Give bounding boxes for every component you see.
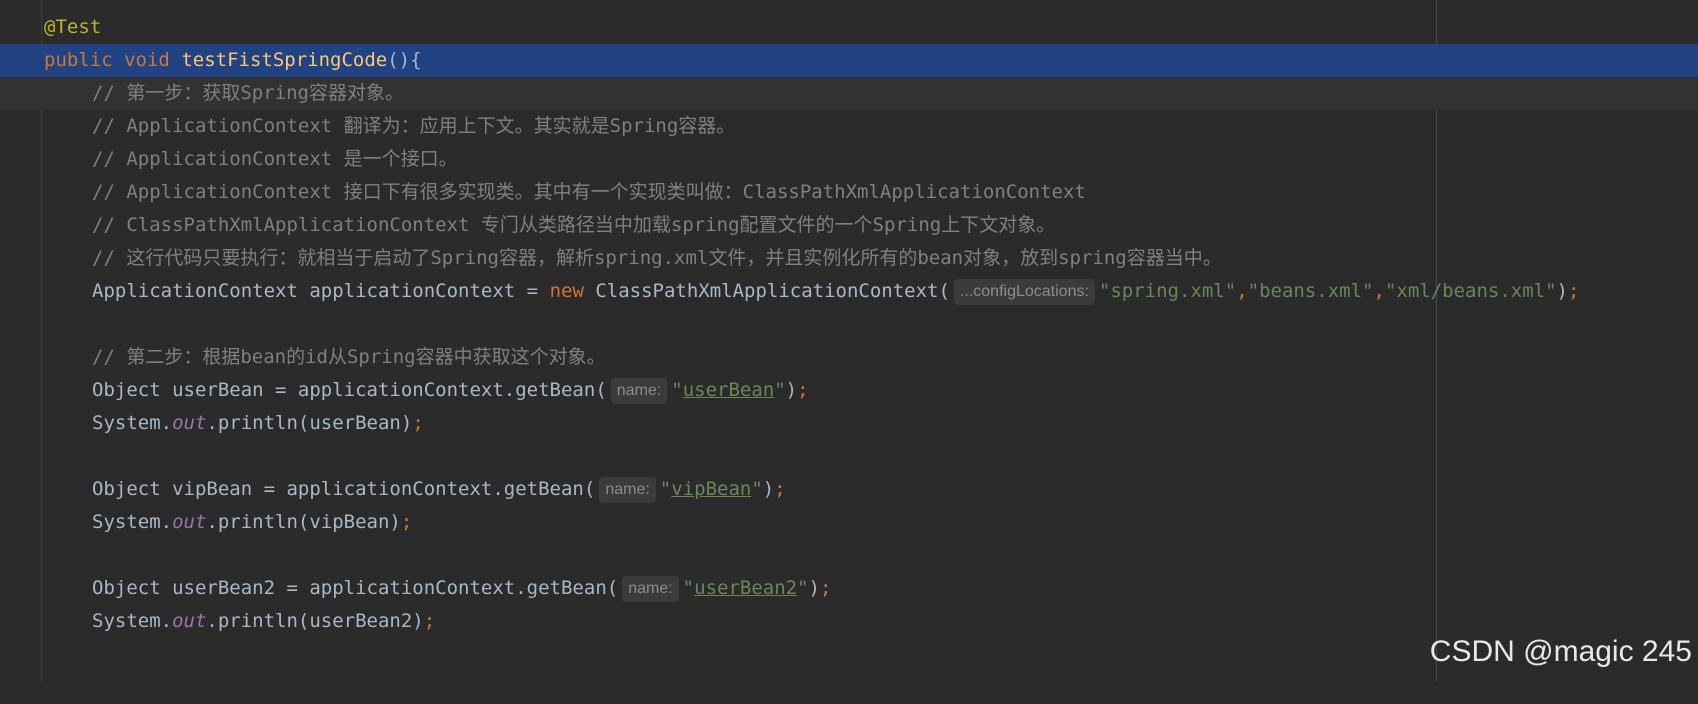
- bean-id-string[interactable]: userBean: [683, 379, 775, 401]
- println-statement: System.out.println(userBean2);: [92, 605, 435, 638]
- code-text: .println(vipBean): [206, 511, 401, 533]
- static-field: out: [172, 412, 207, 434]
- quote: ": [682, 577, 695, 599]
- close-paren: ): [762, 478, 775, 500]
- quote: ": [659, 478, 672, 500]
- println-statement: System.out.println(vipBean);: [92, 506, 412, 539]
- code-text: ApplicationContext applicationContext =: [92, 280, 550, 302]
- semicolon: ;: [819, 577, 832, 599]
- method-declaration: public void testFistSpringCode(){: [44, 44, 422, 77]
- code-text: ClassPathXmlApplicationContext(: [583, 280, 950, 302]
- quote: ": [797, 577, 809, 599]
- code-line-6[interactable]: // ApplicationContext 接口下有很多实现类。其中有一个实现类…: [0, 176, 1698, 209]
- string-literal: "beans.xml": [1247, 280, 1374, 302]
- comment-line: // 第一步：获取Spring容器对象。: [92, 82, 404, 104]
- semicolon: ;: [412, 412, 424, 434]
- getbean-statement: Object vipBean = applicationContext.getB…: [92, 473, 786, 506]
- semicolon: ;: [400, 511, 413, 533]
- code-text: Object userBean = applicationContext.get…: [92, 379, 607, 401]
- close-paren: ): [808, 577, 820, 599]
- test-annotation: @Test: [44, 16, 102, 38]
- code-text: .println(userBean): [206, 412, 413, 434]
- println-statement: System.out.println(userBean);: [92, 407, 424, 440]
- context-statement: ApplicationContext applicationContext = …: [92, 275, 1579, 308]
- close-paren: ): [1556, 280, 1568, 302]
- parameter-hint: name:: [622, 576, 679, 602]
- code-line-5[interactable]: // ApplicationContext 是一个接口。: [0, 143, 1698, 176]
- code-line-4[interactable]: // ApplicationContext 翻译为：应用上下文。其实就是Spri…: [0, 110, 1698, 143]
- quote: ": [671, 379, 683, 401]
- code-line-18[interactable]: Object userBean2 = applicationContext.ge…: [0, 572, 1698, 605]
- keyword-public: public: [44, 49, 113, 71]
- code-line-8[interactable]: // 这行代码只要执行：就相当于启动了Spring容器，解析spring.xml…: [0, 242, 1698, 275]
- code-line-19[interactable]: System.out.println(userBean2);: [0, 605, 1698, 638]
- csdn-watermark: CSDN @magic 245: [1429, 635, 1692, 668]
- code-text: System.: [92, 412, 173, 434]
- semicolon: ;: [774, 478, 786, 500]
- comma: ,: [1373, 280, 1385, 302]
- comment-line: // ApplicationContext 是一个接口。: [92, 148, 458, 170]
- comment-line: // ApplicationContext 翻译为：应用上下文。其实就是Spri…: [92, 115, 736, 137]
- code-line-12[interactable]: Object userBean = applicationContext.get…: [0, 374, 1698, 407]
- code-line-3[interactable]: // 第一步：获取Spring容器对象。: [0, 77, 1698, 110]
- keyword-new: new: [549, 280, 584, 302]
- method-parens: (){: [387, 49, 422, 71]
- method-name: testFistSpringCode: [181, 49, 388, 71]
- close-paren: ): [785, 379, 798, 401]
- code-line-15[interactable]: Object vipBean = applicationContext.getB…: [0, 473, 1698, 506]
- code-line-11[interactable]: // 第二步：根据bean的id从Spring容器中获取这个对象。: [0, 341, 1698, 374]
- comment-line: // 第二步：根据bean的id从Spring容器中获取这个对象。: [92, 346, 606, 368]
- code-text: Object vipBean = applicationContext.getB…: [92, 478, 596, 500]
- getbean-statement: Object userBean = applicationContext.get…: [92, 374, 809, 407]
- code-line-9[interactable]: ApplicationContext applicationContext = …: [0, 275, 1698, 308]
- comment-line: // ClassPathXmlApplicationContext 专门从类路径…: [92, 214, 1056, 236]
- code-line-7[interactable]: // ClassPathXmlApplicationContext 专门从类路径…: [0, 209, 1698, 242]
- code-line-2[interactable]: public void testFistSpringCode(){: [0, 44, 1698, 77]
- string-literal: "spring.xml": [1098, 280, 1237, 302]
- code-line-10[interactable]: [0, 308, 1698, 341]
- parameter-hint: name:: [599, 477, 656, 503]
- bean-id-string[interactable]: vipBean: [671, 478, 751, 500]
- static-field: out: [172, 511, 207, 533]
- keyword-void: void: [124, 49, 170, 71]
- code-text: .println(userBean2): [206, 610, 424, 632]
- comment-line: // ApplicationContext 接口下有很多实现类。其中有一个实现类…: [92, 181, 1086, 203]
- code-line-14[interactable]: [0, 440, 1698, 473]
- comma: ,: [1236, 280, 1248, 302]
- code-line-1[interactable]: @Test: [0, 11, 1698, 44]
- quote: ": [774, 379, 786, 401]
- code-text: Object userBean2 = applicationContext.ge…: [92, 577, 619, 599]
- getbean-statement: Object userBean2 = applicationContext.ge…: [92, 572, 831, 605]
- code-text: System.: [92, 610, 173, 632]
- code-line-16[interactable]: System.out.println(vipBean);: [0, 506, 1698, 539]
- semicolon: ;: [797, 379, 809, 401]
- code-line-13[interactable]: System.out.println(userBean);: [0, 407, 1698, 440]
- semicolon: ;: [423, 610, 436, 632]
- code-line-17[interactable]: [0, 539, 1698, 572]
- parameter-hint: name:: [610, 378, 668, 404]
- quote: ": [751, 478, 763, 500]
- bean-id-string[interactable]: userBean2: [694, 577, 797, 599]
- code-editor[interactable]: @Test public void testFistSpringCode(){ …: [0, 11, 1698, 638]
- parameter-hint: ...configLocations:: [953, 279, 1095, 305]
- comment-line: // 这行代码只要执行：就相当于启动了Spring容器，解析spring.xml…: [92, 247, 1222, 269]
- semicolon: ;: [1567, 280, 1580, 302]
- string-literal: "xml/beans.xml": [1384, 280, 1557, 302]
- code-text: System.: [92, 511, 173, 533]
- static-field: out: [172, 610, 207, 632]
